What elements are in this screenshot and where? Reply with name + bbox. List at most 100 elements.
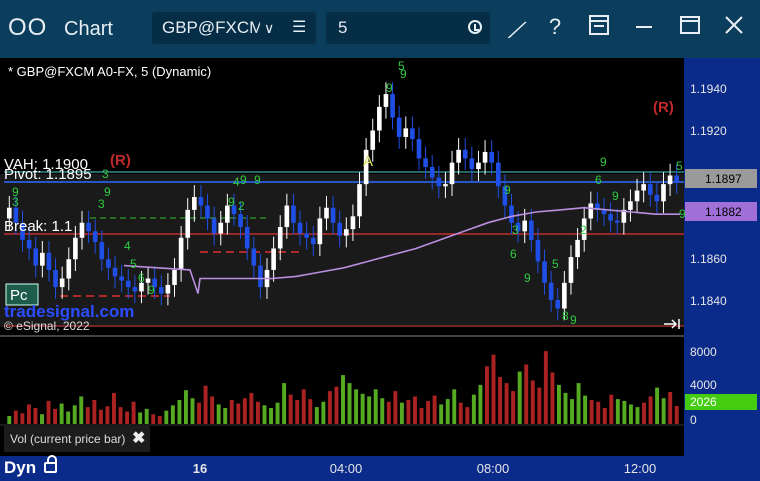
candle-body	[218, 222, 224, 234]
volume-tick: 0	[690, 413, 697, 427]
candle-body	[535, 239, 541, 262]
interval-input[interactable]: 5	[326, 12, 490, 44]
minimize-icon[interactable]	[630, 14, 658, 42]
candle-body	[310, 237, 316, 245]
clock-icon[interactable]	[468, 20, 482, 34]
candle-body	[555, 299, 561, 309]
volume-bar	[183, 390, 188, 424]
lock-icon[interactable]	[44, 455, 57, 473]
volume-bar	[445, 399, 450, 424]
candle-body	[377, 106, 382, 131]
volume-bar	[53, 408, 58, 424]
oo-logo-icon: OO	[8, 14, 48, 41]
volume-bar	[269, 408, 273, 424]
candle-body	[172, 269, 177, 285]
volume-bar	[112, 392, 116, 424]
candle-body	[495, 162, 501, 187]
volume-bar	[406, 400, 411, 424]
volume-bar	[170, 405, 175, 424]
candle-body	[575, 239, 580, 258]
volume-bar	[426, 400, 431, 424]
volume-bar	[360, 393, 365, 424]
td-count-label: 3	[102, 167, 109, 181]
candle-body	[132, 287, 138, 292]
a-marker: A	[363, 153, 373, 170]
volume-bar	[321, 401, 326, 424]
pivot-label: Pivot: 1.1895	[4, 166, 92, 183]
volume-bar	[85, 407, 90, 424]
candle-body	[158, 287, 164, 294]
candle-body	[317, 218, 323, 245]
candle-body	[112, 267, 118, 277]
price-tick: 1.1920	[690, 124, 727, 138]
td-count-label: 5	[676, 159, 683, 173]
candle-body	[469, 158, 475, 170]
volume-bar	[635, 407, 640, 424]
chevron-down-icon[interactable]: ∨	[264, 12, 274, 44]
candle-body	[667, 175, 673, 185]
volume-bar	[543, 351, 548, 424]
candle-body	[601, 209, 607, 215]
td-count-label: 4	[233, 175, 240, 189]
volume-bar	[524, 364, 529, 424]
volume-bar	[615, 399, 620, 424]
volume-study-tab[interactable]: Vol (current price bar) ✖	[4, 426, 150, 452]
volume-bar	[66, 411, 71, 424]
volume-bar	[249, 392, 254, 424]
volume-bar	[648, 396, 653, 424]
close-icon[interactable]	[720, 14, 748, 42]
td-count-label: 3	[12, 195, 19, 209]
td-count-label: 2	[580, 223, 587, 237]
layout-icon[interactable]	[585, 14, 613, 42]
candle-body	[489, 151, 494, 163]
candle-body	[529, 220, 534, 240]
volume-bar	[622, 400, 627, 424]
td-count-label: 8	[562, 309, 569, 323]
symbol-input[interactable]: GBP@FXCM ∨ ☰	[152, 12, 316, 44]
price-tick: 1.1840	[690, 294, 727, 308]
time-axis: Dyn 16 04:00 08:00 12:00	[0, 455, 760, 481]
volume-bar	[118, 407, 123, 424]
candle-body	[522, 220, 528, 232]
candle-body	[443, 184, 448, 187]
volume-bar	[570, 399, 574, 424]
help-icon[interactable]: ?	[541, 14, 569, 40]
volume-tick: 8000	[690, 345, 717, 359]
td-count-label: 9	[240, 173, 247, 187]
candle-body	[429, 166, 435, 178]
volume-bar	[314, 407, 319, 424]
draw-tool-icon[interactable]: ╱	[500, 16, 533, 45]
candle-body	[568, 257, 574, 283]
volume-bar	[327, 391, 332, 424]
volume-tick: 4000	[690, 378, 717, 392]
volume-bar	[210, 396, 215, 424]
chart-canvas[interactable]: * GBP@FXCM A0-FX, 5 (Dynamic) VAH: 1.190…	[0, 58, 760, 458]
candle-body	[297, 222, 303, 234]
time-tick: 12:00	[623, 461, 657, 476]
symbol-value: GBP@FXCM	[162, 18, 260, 37]
volume-bar	[216, 404, 221, 424]
time-tick: 04:00	[329, 461, 363, 476]
td-count-label: 9	[504, 183, 511, 197]
volume-bar	[308, 399, 313, 424]
window-icon[interactable]	[676, 14, 704, 42]
close-study-icon[interactable]: ✖	[132, 426, 145, 452]
volume-bar	[341, 375, 345, 424]
candle-body	[436, 177, 442, 187]
candle-body	[542, 261, 547, 283]
menu-icon[interactable]: ☰	[292, 12, 306, 44]
volume-bar	[484, 366, 489, 424]
volume-bar	[674, 405, 679, 424]
volume-bar	[373, 389, 378, 424]
volume-bar	[465, 407, 470, 424]
candle-body	[6, 207, 12, 219]
candle-body	[416, 139, 422, 159]
dyn-label[interactable]: Dyn	[4, 458, 36, 478]
candle-body	[614, 220, 620, 223]
volume-bar	[602, 408, 607, 424]
volume-bar	[563, 392, 568, 424]
break-label: Break: 1.1	[4, 218, 72, 235]
candle-body	[647, 184, 653, 195]
volume-bar	[478, 384, 483, 424]
candle-body	[185, 209, 191, 238]
